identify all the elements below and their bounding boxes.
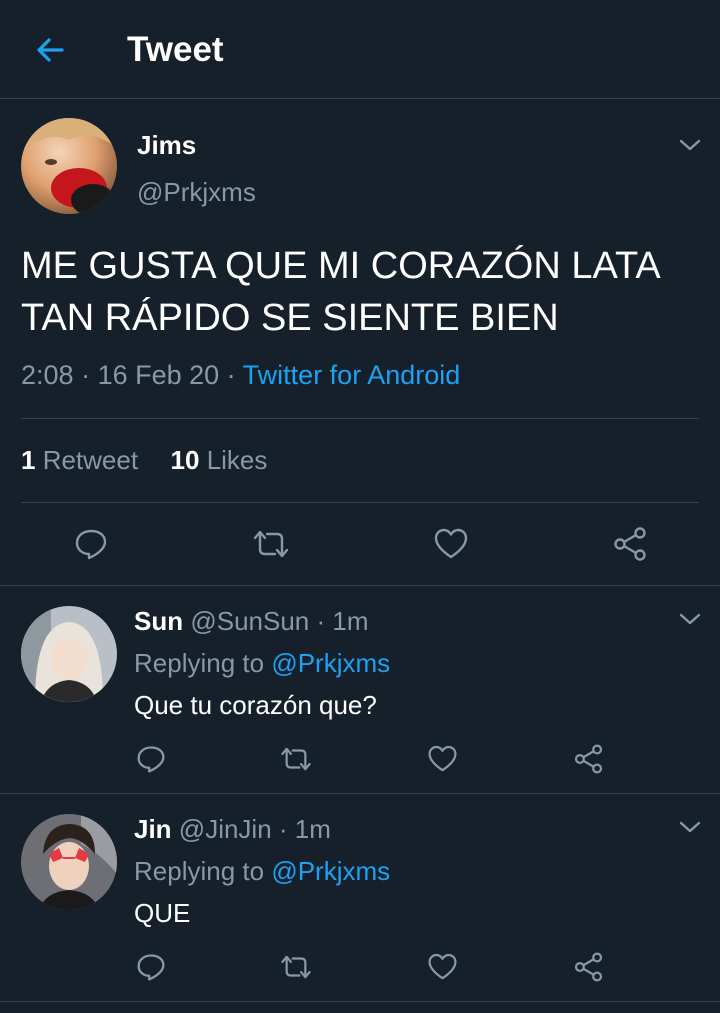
reply-author-handle[interactable]: @JinJin [172,814,272,844]
chevron-down-icon[interactable] [679,820,701,834]
like-icon[interactable] [433,527,469,561]
reply-author-name[interactable]: Jin [134,814,172,844]
replying-label: Replying to [134,856,272,886]
reply-icon[interactable] [136,952,166,982]
retweets-stat[interactable]: 1 Retweet [21,445,138,475]
back-arrow-icon[interactable] [30,30,70,70]
reply-text: QUE [134,898,191,928]
share-icon[interactable] [573,952,604,982]
like-icon[interactable] [427,744,458,774]
tweet-source-link[interactable]: Twitter for Android [243,360,461,390]
replying-label: Replying to [134,648,272,678]
author-handle[interactable]: @Prkjxms [137,177,256,208]
likes-stat[interactable]: 10 Likes [171,445,268,475]
retweet-icon[interactable] [251,527,291,561]
reply-author-name[interactable]: Sun [134,606,183,636]
reply-text: Que tu corazón que? [134,690,377,720]
retweet-icon[interactable] [279,744,313,774]
like-icon[interactable] [427,952,458,982]
reply-time: · 1m [271,814,331,844]
retweet-icon[interactable] [279,952,313,982]
share-icon[interactable] [573,744,604,774]
reply-header: Jin @JinJin · 1m [134,814,331,845]
avatar[interactable] [21,606,117,702]
reply-time: · 1m [309,606,369,636]
reply-author-handle[interactable]: @SunSun [183,606,309,636]
reply-icon[interactable] [136,744,166,774]
divider [0,1001,720,1002]
retweet-label: Retweet [35,445,139,475]
like-count: 10 [170,445,200,475]
replying-to: Replying to @Prkjxms [134,648,390,679]
author-name[interactable]: Jims [137,130,196,161]
page-title: Tweet [127,30,224,69]
avatar[interactable] [21,118,117,214]
chevron-down-icon[interactable] [679,612,701,626]
divider [0,793,720,794]
share-icon[interactable] [612,527,648,561]
reply-header: Sun @SunSun · 1m [134,606,368,637]
top-bar: Tweet [0,0,720,99]
chevron-down-icon[interactable] [679,138,701,152]
mention-link[interactable]: @Prkjxms [271,856,390,886]
reply-icon[interactable] [74,527,108,561]
retweet-count: 1 [21,445,36,475]
like-label: Likes [199,445,268,475]
mention-link[interactable]: @Prkjxms [271,648,390,678]
avatar[interactable] [21,814,117,910]
replying-to: Replying to @Prkjxms [134,856,390,887]
